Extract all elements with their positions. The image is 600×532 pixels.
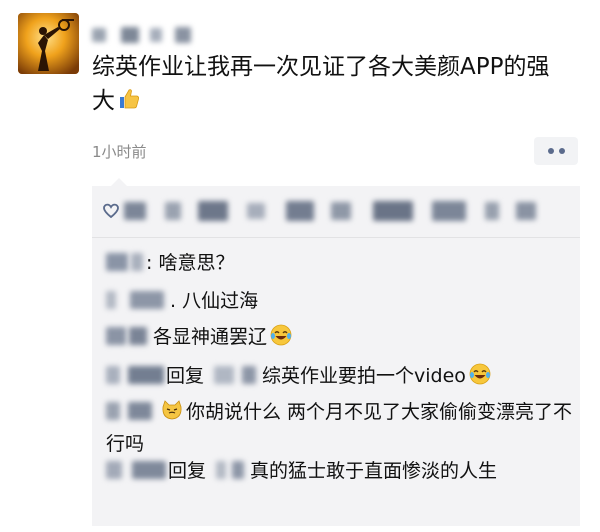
laughing-emoji-icon bbox=[468, 362, 492, 394]
likes-row bbox=[92, 186, 580, 236]
liked-users[interactable] bbox=[124, 200, 536, 221]
post-text: 综英作业让我再一次见证了各大美颜APP的强大 bbox=[92, 50, 572, 121]
username[interactable] bbox=[92, 24, 202, 46]
comment-panel: : 啥意思？ . 八仙过海 各显神通罢辽 回复 综英作业要拍一个video 你胡… bbox=[92, 186, 580, 526]
comment-item[interactable]: . 八仙过海 bbox=[106, 287, 574, 315]
more-dots-icon[interactable] bbox=[534, 137, 578, 165]
comment-item[interactable]: 各显神通罢辽 bbox=[106, 323, 574, 355]
laughing-emoji-icon bbox=[269, 323, 293, 355]
avatar[interactable] bbox=[18, 13, 79, 74]
comment-text: 综英作业要拍一个video bbox=[262, 365, 466, 387]
comment-item[interactable]: : 啥意思？ bbox=[106, 249, 574, 277]
reply-label: 回复 bbox=[168, 460, 207, 482]
comment-text: 各显神通罢辽 bbox=[153, 326, 268, 348]
comment-text: 真的猛士敢于直面惨淡的人生 bbox=[250, 460, 498, 482]
comment-text: . 八仙过海 bbox=[170, 290, 259, 312]
post-body: 综英作业让我再一次见证了各大美颜APP的强大 bbox=[92, 54, 550, 114]
heart-icon bbox=[102, 202, 120, 224]
thumbs-up-icon bbox=[117, 87, 141, 121]
comment-text: : 啥意思？ bbox=[146, 252, 235, 274]
post-time: 1小时前 bbox=[92, 143, 147, 161]
panel-divider bbox=[92, 237, 580, 238]
reply-label: 回复 bbox=[166, 365, 205, 387]
cat-emoji-icon bbox=[160, 398, 184, 430]
comment-item[interactable]: 你胡说什么 两个月不见了大家偷偷变漂亮了不行吗 bbox=[106, 398, 574, 458]
avatar-image bbox=[18, 13, 79, 74]
comment-item[interactable]: 回复 真的猛士敢于直面惨淡的人生 bbox=[106, 457, 574, 485]
comment-item[interactable]: 回复 综英作业要拍一个video bbox=[106, 362, 574, 394]
